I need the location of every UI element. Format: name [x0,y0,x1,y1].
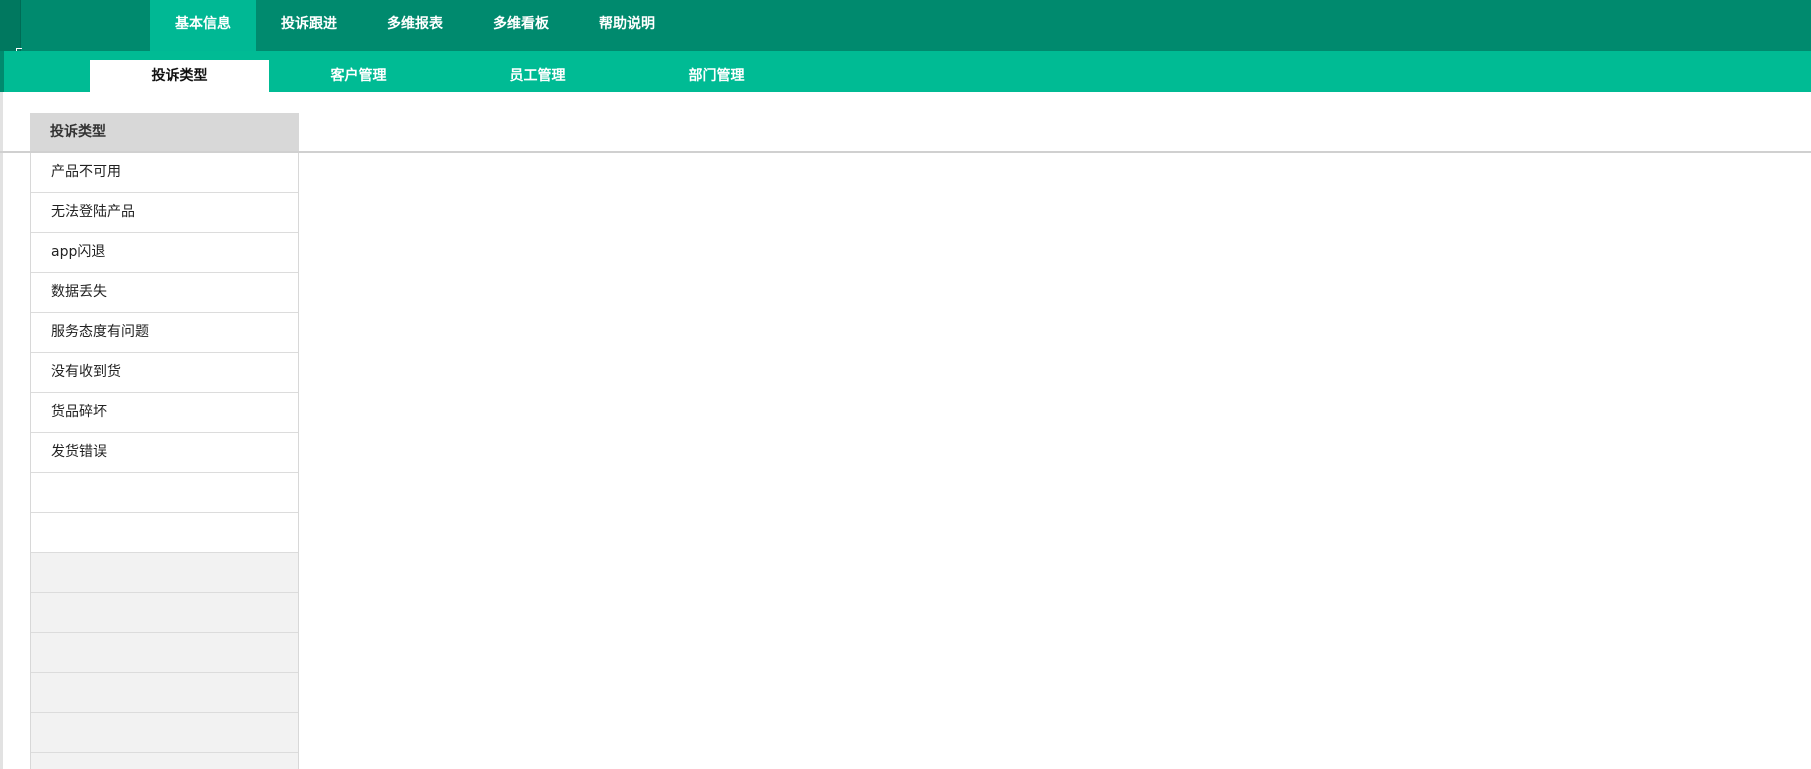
list-item[interactable]: 产品不可用 [31,153,298,193]
filler-row [31,673,298,713]
complaint-type-list-header[interactable]: 投诉类型 [30,113,299,151]
top-nav: 基本信息 投诉跟进 多维报表 多维看板 帮助说明 [150,0,680,51]
filler-row [31,553,298,593]
list-item[interactable]: 无法登陆产品 [31,193,298,233]
complaint-type-list: 投诉类型 产品不可用 无法登陆产品 app闪退 数据丢失 服务态度有问题 没有收… [30,113,299,769]
top-nav-multi-reports[interactable]: 多维报表 [362,0,468,51]
list-item[interactable]: 发货错误 [31,433,298,473]
sub-nav: 投诉类型 客户管理 员工管理 部门管理 [90,60,806,92]
sub-navigation-bar: 投诉类型 客户管理 员工管理 部门管理 [0,51,1811,92]
complaint-type-list-body: 产品不可用 无法登陆产品 app闪退 数据丢失 服务态度有问题 没有收到货 货品… [30,153,299,769]
empty-list-item[interactable] [31,513,298,553]
top-nav-multi-dashboard[interactable]: 多维看板 [468,0,574,51]
top-nav-complaint-followup[interactable]: 投诉跟进 [256,0,362,51]
list-item[interactable]: 货品碎坏 [31,393,298,433]
tab-department-management[interactable]: 部门管理 [627,60,806,92]
app-window: 基本信息 投诉跟进 多维报表 多维看板 帮助说明 投诉类型 客户管理 员工管理 … [0,0,1811,769]
top-navigation-bar: 基本信息 投诉跟进 多维报表 多维看板 帮助说明 [0,0,1811,54]
list-item[interactable]: 数据丢失 [31,273,298,313]
tab-complaint-types[interactable]: 投诉类型 [90,60,269,92]
tab-customer-management[interactable]: 客户管理 [269,60,448,92]
filler-row [31,753,298,769]
main-content: 投诉类型 产品不可用 无法登陆产品 app闪退 数据丢失 服务态度有问题 没有收… [0,92,1811,769]
filler-row [31,593,298,633]
empty-list-item[interactable] [31,473,298,513]
filler-row [31,713,298,753]
top-nav-help[interactable]: 帮助说明 [574,0,680,51]
left-edge-divider [0,92,3,769]
filler-row [31,633,298,673]
list-item[interactable]: 服务态度有问题 [31,313,298,353]
list-item[interactable]: app闪退 [31,233,298,273]
topbar-left-accent [0,0,21,51]
top-nav-basic-info[interactable]: 基本信息 [150,0,256,51]
tab-employee-management[interactable]: 员工管理 [448,60,627,92]
list-item[interactable]: 没有收到货 [31,353,298,393]
